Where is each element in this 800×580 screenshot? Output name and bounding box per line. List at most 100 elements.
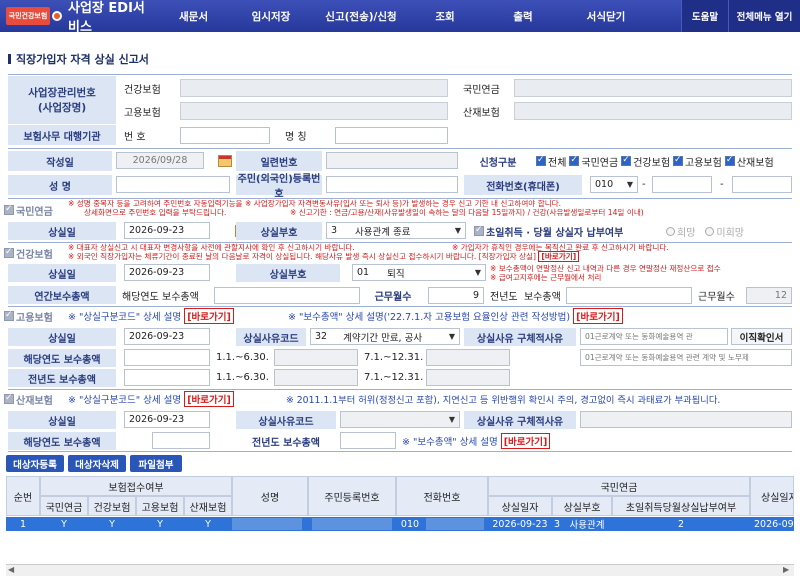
cur-year-total-input[interactable] (214, 287, 360, 304)
first-month-checkbox[interactable] (474, 225, 484, 236)
employ-cur-total-input[interactable] (124, 349, 210, 366)
grid-col-pension[interactable]: 국민연금 (40, 496, 88, 516)
calendar-icon[interactable] (218, 155, 232, 167)
grid-col-first-month[interactable]: 초일취득당월상실납부여부 (612, 496, 750, 516)
name-input[interactable] (116, 176, 230, 193)
pension-section-checkbox[interactable] (4, 204, 14, 215)
row-industrial: Y (184, 517, 232, 531)
nav-inquiry[interactable]: 조회 (411, 9, 479, 24)
row-name-masked (232, 518, 302, 530)
nav-new-document[interactable]: 새문서 (156, 9, 231, 24)
health-link-button[interactable]: [바로가기] (538, 251, 580, 262)
industrial-section-checkbox[interactable] (4, 393, 14, 404)
employ-ins-label: 고용보험 (124, 107, 161, 119)
pension-loss-code-select[interactable]: 3 사용관계 종료 ▼ (326, 222, 466, 239)
grid-col-loss-code[interactable]: 상실부호 (552, 496, 612, 516)
top-bar: 국민건강보험 사업장 EDI서비스 새문서 임시저장 신고(전송)/신청 조회 … (0, 0, 800, 35)
industrial-note-c-text: ※ "보수총액" 상세 설명 (402, 437, 498, 448)
cur-year-label-text: 해당연도 (122, 291, 159, 303)
agency-no-input[interactable] (180, 127, 270, 144)
grid-col-rrn[interactable]: 주민등록번호 (308, 476, 396, 516)
rrn-input[interactable] (326, 176, 458, 193)
health-section-checkbox[interactable] (4, 247, 14, 258)
grid-col-industrial[interactable]: 산재보험 (184, 496, 232, 516)
section-divider (8, 389, 792, 390)
check-history-button[interactable]: 이직확인서 (731, 328, 792, 345)
write-date-field: 2026/09/28 (116, 152, 204, 169)
add-subject-button[interactable]: 대상자등록 (6, 455, 64, 472)
employ-section-checkbox[interactable] (4, 310, 14, 321)
grid-col-health[interactable]: 건강보험 (88, 496, 136, 516)
nav-print[interactable]: 출력 (479, 9, 567, 24)
nav-submit[interactable]: 신고(전송)/신청 (311, 9, 411, 24)
employ-reason-code-select[interactable]: 32 계약기간 만료, 공사 ▼ (310, 328, 460, 345)
grid-col-loss-date-2[interactable]: 상실일자 (750, 476, 794, 516)
all-menu-button[interactable]: 전체메뉴 열기 (728, 0, 800, 32)
radio-yes[interactable] (666, 226, 675, 236)
industrial-cur-total-label: 해당연도 보수총액 (8, 432, 116, 450)
pension-loss-code-label: 상실부호 (236, 222, 322, 240)
health-note-2-text: ※ 외국인 직장가입자는 체류기간이 종료된 날의 다음날로 자격이 상실됩니다… (68, 252, 536, 261)
radio-no[interactable] (705, 226, 715, 236)
employ-reason-detail-value: 01근로계약 또는 동화예술용역 관 (585, 332, 693, 341)
industrial-reason-code-select[interactable]: ▼ (340, 411, 460, 428)
employ-reason-code-label: 상실사유코드 (236, 328, 306, 346)
health-note-1b: ※ 가입자가 휴직인 경우에는 복직신고 완료 후 신고하시기 바랍니다. (452, 243, 669, 252)
grid-col-employ[interactable]: 고용보험 (136, 496, 184, 516)
phone-prefix-select[interactable]: 010 ▼ (590, 176, 638, 193)
checkbox-industrial[interactable] (724, 155, 735, 166)
employ-prev-total-label: 전년도 보수총액 (8, 369, 116, 387)
employ-prev-total-input[interactable] (124, 369, 210, 386)
grid-col-no[interactable]: 순번 (6, 476, 40, 516)
industrial-cur-total-input[interactable] (152, 432, 210, 449)
health-loss-date-input[interactable]: 2026-09-23 (124, 264, 210, 281)
phone-mid-input[interactable] (652, 176, 712, 193)
health-loss-code-select[interactable]: 01 퇴직 ▼ (352, 264, 486, 281)
prev-year-total-input[interactable] (566, 287, 692, 304)
delete-subject-button[interactable]: 대상자삭제 (68, 455, 126, 472)
horizontal-scrollbar[interactable] (6, 564, 794, 576)
agency-name-input[interactable] (335, 127, 448, 144)
industrial-total-link[interactable]: [바로가기] (500, 433, 551, 449)
employ-loss-date-input[interactable]: 2026-09-23 (124, 328, 210, 345)
row-loss-code-text: 사용관계 (562, 517, 612, 531)
employ-prev-period1-label: 1.1.~6.30. (216, 372, 269, 383)
pension-loss-date-label: 상실일 (8, 222, 116, 240)
chevron-down-icon: ▼ (448, 415, 455, 424)
scroll-right-icon[interactable]: ▶ (783, 565, 789, 574)
employ-loss-date-label: 상실일 (8, 328, 116, 346)
checkbox-health[interactable] (621, 155, 632, 166)
section-divider (8, 74, 792, 75)
nav-temp-save[interactable]: 임시저장 (231, 9, 311, 24)
employ-reason-detail-text[interactable]: 01근로계약 또는 동화예술용역 관련 계약 및 노무제 (580, 349, 792, 366)
employ-code-link[interactable]: [바로가기] (184, 308, 234, 324)
industrial-code-link[interactable]: [바로가기] (184, 391, 234, 407)
phone-last-input[interactable] (732, 176, 792, 193)
checkbox-all[interactable] (536, 155, 546, 166)
work-months-input[interactable]: 9 (428, 287, 484, 304)
chevron-down-icon: ▼ (626, 180, 633, 189)
checkbox-employ[interactable] (673, 155, 684, 166)
pension-loss-date-input[interactable]: 2026-09-23 (124, 222, 210, 239)
industrial-loss-date-input[interactable]: 2026-09-23 (124, 411, 210, 428)
employ-total-link[interactable]: [바로가기] (573, 308, 623, 324)
grid-col-phone[interactable]: 전화번호 (396, 476, 488, 516)
checkbox-pension[interactable] (569, 155, 580, 166)
nhis-logo: 국민건강보험 (6, 7, 50, 25)
scroll-left-icon[interactable]: ◀ (8, 565, 14, 574)
row-phone-prefix: 010 (396, 517, 424, 531)
row-health: Y (88, 517, 136, 531)
employ-cur-total-label: 해당연도 보수총액 (8, 349, 116, 367)
nav-close-form[interactable]: 서식닫기 (567, 9, 645, 24)
pension-note-2a: 상세화면으로 주민번호 입력을 부탁드립니다. (84, 208, 227, 217)
grid-col-loss-date[interactable]: 상실일자 (488, 496, 552, 516)
help-button[interactable]: 도움말 (681, 0, 728, 32)
industrial-prev-total-label: 전년도 보수총액 (252, 437, 320, 449)
employ-reason-detail-select[interactable]: 01근로계약 또는 동화예술용역 관 (580, 328, 728, 345)
attach-file-button[interactable]: 파일첨부 (130, 455, 182, 472)
section-divider (8, 451, 792, 452)
industrial-section-title: 산재보험 (16, 395, 53, 407)
cur-year-label: 해당연도 보수총액 (122, 286, 199, 304)
industrial-prev-total-input[interactable] (340, 432, 396, 449)
grid-col-name[interactable]: 성명 (232, 476, 308, 516)
